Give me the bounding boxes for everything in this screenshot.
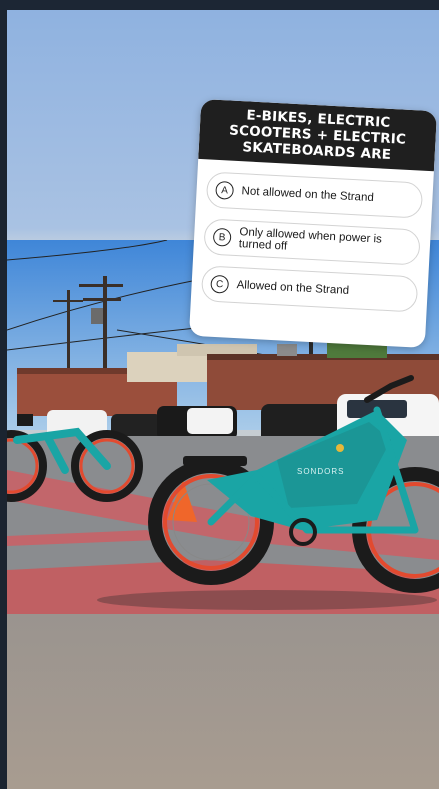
option-letter-badge: A bbox=[215, 180, 235, 200]
option-label: Not allowed on the Strand bbox=[241, 185, 375, 205]
option-letter-badge: C bbox=[210, 274, 230, 294]
option-label: Only allowed when power is turned off bbox=[238, 226, 383, 253]
option-label: Allowed on the Strand bbox=[236, 279, 350, 297]
quiz-option-a[interactable]: A Not allowed on the Strand bbox=[205, 171, 424, 219]
story-bottom-area bbox=[7, 614, 439, 789]
quiz-option-c[interactable]: C Allowed on the Strand bbox=[200, 265, 419, 313]
quiz-options: A Not allowed on the Strand B Only allow… bbox=[190, 159, 434, 332]
status-bar bbox=[0, 0, 439, 10]
quiz-sticker[interactable]: E-BIKES, ELECTRIC SCOOTERS + ELECTRIC SK… bbox=[188, 98, 438, 349]
bike-brand-label: SONDORS bbox=[297, 467, 344, 476]
quiz-option-b[interactable]: B Only allowed when power is turned off bbox=[203, 218, 421, 266]
story-canvas[interactable]: SONDORS E-BIKES, ELECTRIC SCOOTERS + ELE… bbox=[7, 10, 439, 789]
option-letter-badge: B bbox=[212, 227, 232, 247]
